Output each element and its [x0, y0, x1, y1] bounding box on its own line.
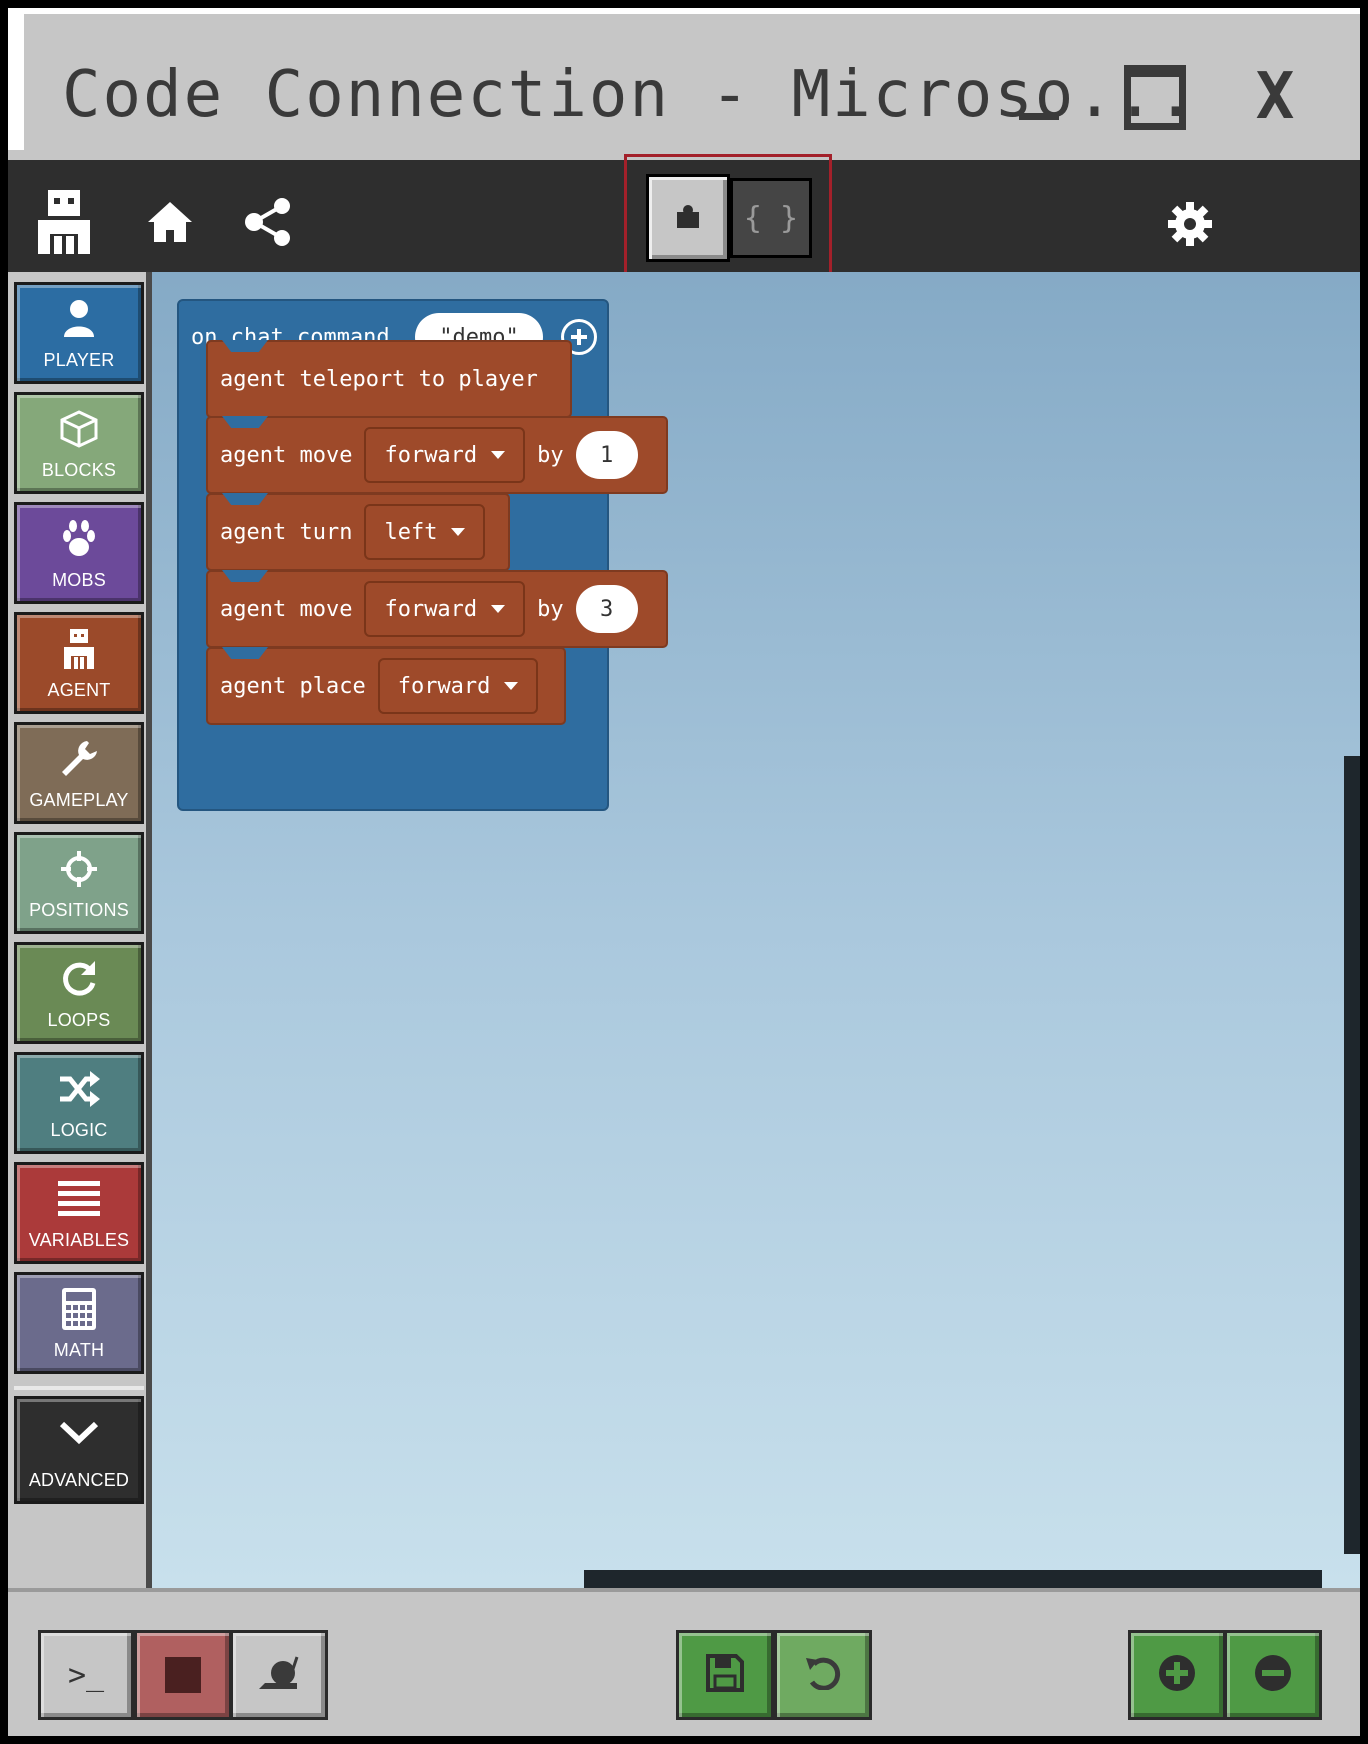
category-label: VARIABLES	[28, 1230, 130, 1250]
title-bar: Code Connection - Microso... X	[24, 22, 1354, 156]
floppy-disk-icon	[706, 1654, 744, 1696]
terminal-icon: >_	[67, 1657, 105, 1693]
console-button[interactable]: >_	[38, 1630, 134, 1720]
category-label: MATH	[53, 1340, 105, 1360]
maximize-button[interactable]	[1120, 62, 1190, 132]
refresh-icon	[17, 957, 141, 1001]
stop-button[interactable]	[134, 1630, 232, 1720]
snail-icon	[257, 1655, 301, 1695]
caret-down-icon	[451, 528, 466, 536]
minus-circle-icon	[1253, 1653, 1293, 1697]
category-mobs[interactable]: MOBS	[14, 502, 144, 604]
home-icon[interactable]	[146, 200, 194, 244]
toolbox: PLAYER BLOCKS MOBS AGENT GAMEPLAY POSITIONS LO…	[8, 272, 152, 1588]
statement-block[interactable]: agent move forward by 1	[206, 416, 668, 494]
category-advanced[interactable]: ADVANCED	[14, 1396, 144, 1504]
direction-dropdown[interactable]: left	[364, 504, 486, 560]
number-input[interactable]: 1	[575, 431, 638, 479]
category-agent[interactable]: AGENT	[14, 612, 144, 714]
blocks-mode-button[interactable]	[646, 174, 730, 262]
cube-icon	[17, 407, 141, 451]
block-label: agent place	[220, 673, 366, 699]
dropdown-value: forward	[397, 673, 491, 699]
category-logic[interactable]: LOGIC	[14, 1052, 144, 1154]
block-label: agent move	[220, 442, 353, 468]
app-window: Code Connection - Microso... X {} PLAYE…	[8, 8, 1360, 1736]
category-math[interactable]: MATH	[14, 1272, 144, 1374]
statement-block[interactable]: agent move forward by 3	[206, 570, 668, 648]
undo-button[interactable]	[774, 1630, 872, 1720]
stop-icon	[165, 1657, 201, 1693]
category-label: GAMEPLAY	[29, 790, 129, 810]
agent-icon	[17, 627, 141, 671]
direction-dropdown[interactable]: forward	[364, 581, 526, 637]
gear-icon[interactable]	[1166, 200, 1214, 248]
chevron-down-icon	[17, 1411, 141, 1455]
by-label: by	[537, 442, 564, 468]
category-label: BLOCKS	[41, 460, 117, 480]
vertical-scrollbar[interactable]	[1344, 756, 1360, 1554]
zoom-out-button[interactable]	[1224, 1630, 1322, 1720]
caret-down-icon	[491, 451, 506, 459]
block-label: agent turn	[220, 519, 353, 545]
javascript-mode-button[interactable]: { }	[730, 178, 812, 258]
undo-icon	[804, 1656, 842, 1694]
caret-down-icon	[491, 605, 506, 613]
category-blocks[interactable]: BLOCKS	[14, 392, 144, 494]
shuffle-icon	[17, 1067, 141, 1111]
category-label: PLAYER	[43, 350, 115, 370]
block-label: agent move	[220, 596, 353, 622]
minimize-button[interactable]	[1004, 62, 1074, 132]
dropdown-value: forward	[384, 442, 478, 468]
category-label: LOOPS	[47, 1010, 111, 1030]
save-button[interactable]	[676, 1630, 774, 1720]
horizontal-scrollbar[interactable]	[584, 1570, 1322, 1588]
dropdown-value: left	[384, 519, 438, 545]
statement-block[interactable]: agent teleport to player	[206, 340, 572, 418]
category-positions[interactable]: POSITIONS	[14, 832, 144, 934]
slow-mode-button[interactable]	[230, 1630, 328, 1720]
dropdown-value: forward	[384, 596, 478, 622]
agent-logo-icon[interactable]	[38, 190, 90, 254]
editor-header: { }	[8, 154, 1360, 282]
number-input[interactable]: 3	[575, 585, 638, 633]
statement-block[interactable]: agent place forward	[206, 647, 566, 725]
microsoft-logo-icon	[1268, 188, 1340, 260]
category-gameplay[interactable]: GAMEPLAY	[14, 722, 144, 824]
direction-dropdown[interactable]: forward	[377, 658, 539, 714]
wrench-icon	[17, 737, 141, 781]
paw-icon	[17, 517, 141, 561]
caret-down-icon	[504, 682, 519, 690]
block-label: agent teleport to player	[220, 366, 538, 392]
toolbox-separator	[14, 1386, 144, 1390]
zoom-in-button[interactable]	[1128, 1630, 1226, 1720]
puzzle-icon	[677, 204, 699, 232]
direction-dropdown[interactable]: forward	[364, 427, 526, 483]
category-player[interactable]: PLAYER	[14, 282, 144, 384]
plus-circle-icon	[1157, 1653, 1197, 1697]
person-icon	[17, 297, 141, 341]
bottom-toolbar: >_	[8, 1588, 1360, 1736]
category-label: POSITIONS	[29, 900, 129, 920]
list-icon	[17, 1177, 141, 1221]
category-label: AGENT	[47, 680, 111, 700]
by-label: by	[537, 596, 564, 622]
category-label: LOGIC	[50, 1120, 108, 1140]
block-workspace[interactable]: on chat command "demo" agent teleport to…	[152, 272, 1360, 1588]
category-label: ADVANCED	[28, 1470, 130, 1490]
crosshair-icon	[17, 847, 141, 891]
statement-block[interactable]: agent turn left	[206, 493, 510, 571]
category-label: MOBS	[52, 570, 106, 590]
calculator-icon	[17, 1287, 141, 1331]
category-variables[interactable]: VARIABLES	[14, 1162, 144, 1264]
share-icon[interactable]	[244, 198, 292, 246]
category-loops[interactable]: LOOPS	[14, 942, 144, 1044]
close-button[interactable]: X	[1240, 60, 1310, 134]
